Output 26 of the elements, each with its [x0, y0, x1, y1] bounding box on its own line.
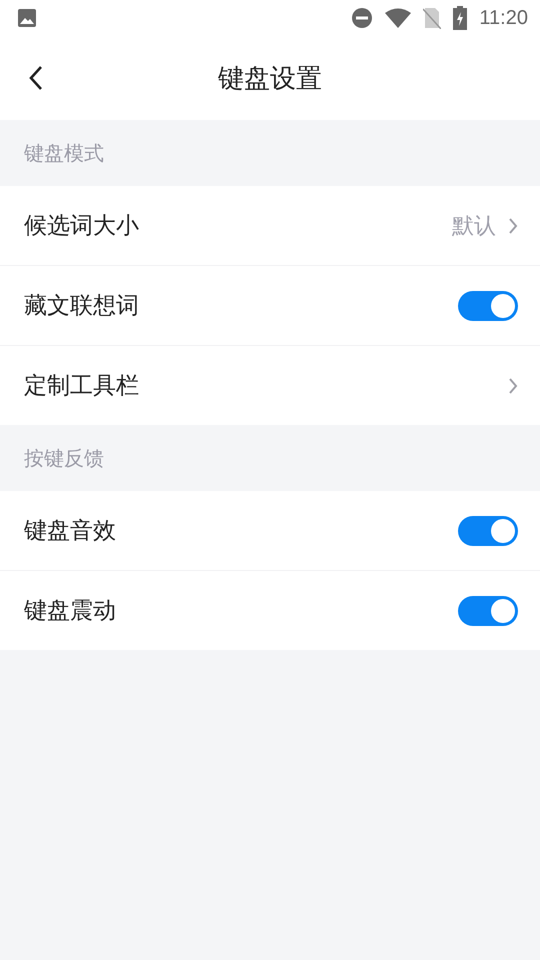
battery-charging-icon	[453, 6, 468, 30]
row-label: 键盘震动	[24, 597, 116, 626]
clock-time: 11:20	[479, 6, 528, 30]
section-header: 键盘模式	[23, 140, 105, 166]
row-label: 藏文联想词	[24, 292, 139, 321]
row-label: 候选词大小	[24, 212, 139, 241]
settings-row[interactable]: 藏文联想词	[0, 266, 540, 346]
image-icon	[17, 8, 37, 28]
row-value: 默认	[452, 212, 496, 240]
chevron-icon	[508, 216, 518, 234]
toggle-switch[interactable]	[458, 596, 518, 626]
back-icon[interactable]	[28, 65, 44, 91]
row-label: 定制工具栏	[24, 372, 139, 401]
settings-row[interactable]: 键盘震动	[0, 571, 540, 650]
no-sim-icon	[423, 7, 442, 29]
settings-row[interactable]: 定制工具栏	[0, 346, 540, 425]
wifi-icon	[385, 8, 412, 28]
do-not-disturb-icon	[351, 7, 374, 29]
settings-row[interactable]: 键盘音效	[0, 491, 540, 571]
chevron-icon	[508, 376, 518, 394]
toggle-switch[interactable]	[458, 516, 518, 546]
toggle-switch[interactable]	[458, 290, 518, 320]
settings-row[interactable]: 候选词大小 默认	[0, 186, 540, 266]
page-title: 键盘设置	[218, 62, 322, 96]
row-label: 键盘音效	[24, 517, 116, 546]
section-header: 按键反馈	[23, 444, 105, 472]
